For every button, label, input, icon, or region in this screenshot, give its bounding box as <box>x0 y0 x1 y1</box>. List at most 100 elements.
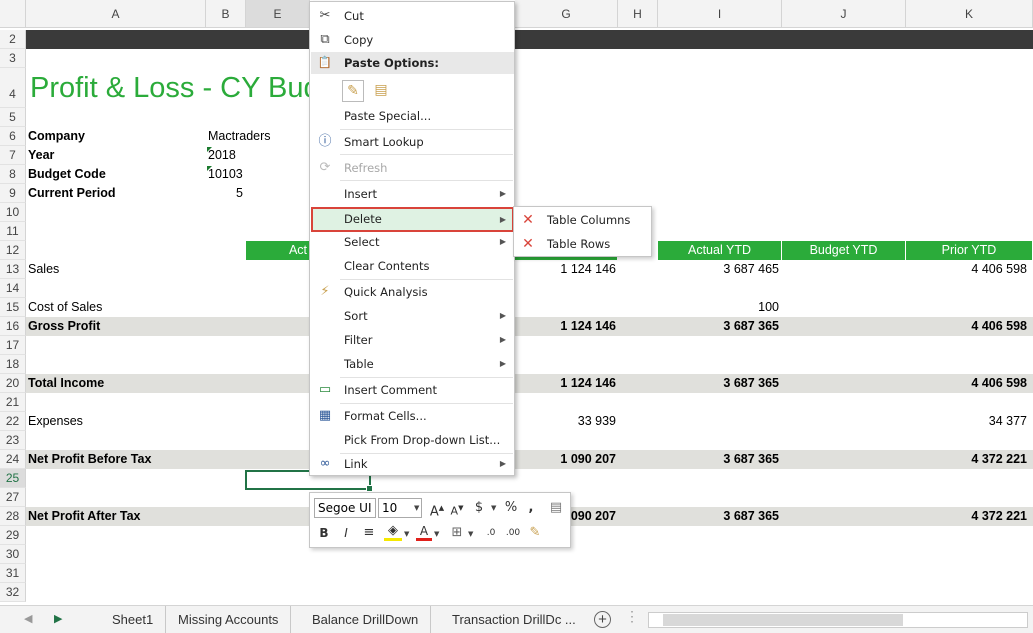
font-name-box[interactable]: Segoe UI <box>314 498 376 518</box>
currency-dropdown-icon[interactable]: ▼ <box>491 504 496 512</box>
menu-item-delete[interactable]: Delete ▶ <box>311 207 514 232</box>
row-header[interactable]: 18 <box>0 355 26 374</box>
menu-item-insert-comment[interactable]: ▭ Insert Comment <box>311 378 514 402</box>
row-header[interactable]: 17 <box>0 336 26 355</box>
increase-font-icon[interactable]: A▲ <box>428 498 446 519</box>
row-header[interactable]: 23 <box>0 431 26 450</box>
fill-color-dropdown-icon[interactable]: ▼ <box>404 530 409 538</box>
submenu-item-table-rows[interactable]: ✕ Table Rows <box>514 232 651 256</box>
menu-item-label: Delete <box>344 212 382 226</box>
row-header[interactable]: 16 <box>0 317 26 336</box>
submenu-item-table-columns[interactable]: ✕ Table Columns <box>514 208 651 232</box>
menu-item-table[interactable]: Table ▶ <box>311 352 514 376</box>
tab-split-handle-icon[interactable]: ⋮ <box>625 608 639 625</box>
decrease-font-icon[interactable]: A▼ <box>448 498 466 518</box>
font-color-dropdown-icon[interactable]: ▼ <box>434 530 439 538</box>
merge-center-icon[interactable]: ▤ <box>546 498 566 518</box>
tab-transaction-drilldown[interactable]: Transaction DrillDc ... <box>440 606 588 633</box>
currency-icon[interactable]: $ <box>470 498 488 518</box>
row-header[interactable]: 30 <box>0 545 26 564</box>
row-header[interactable]: 31 <box>0 564 26 583</box>
menu-item-smart-lookup[interactable]: ⓘ Smart Lookup <box>311 130 514 154</box>
row-header[interactable]: 24 <box>0 450 26 469</box>
align-center-icon[interactable]: ≡ <box>360 523 378 543</box>
menu-item-format-cells[interactable]: ▦ Format Cells... <box>311 404 514 428</box>
paste-icon[interactable]: ▤ <box>370 80 392 102</box>
menu-item-pick-from-list[interactable]: Pick From Drop-down List... <box>311 428 514 452</box>
column-header-g[interactable]: G <box>515 0 618 28</box>
add-sheet-icon[interactable]: + <box>594 611 611 628</box>
row-21: 21 <box>0 393 1033 412</box>
row-header[interactable]: 29 <box>0 526 26 545</box>
row-header[interactable]: 14 <box>0 279 26 298</box>
row-header[interactable]: 21 <box>0 393 26 412</box>
row-header[interactable]: 20 <box>0 374 26 393</box>
menu-item-quick-analysis[interactable]: ⚡ Quick Analysis <box>311 280 514 304</box>
menu-item-link[interactable]: ∞ Link ▶ <box>311 452 514 476</box>
row-13: 13 Sales 1 124 146 3 687 465 4 406 598 <box>0 260 1033 279</box>
column-header-h[interactable]: H <box>618 0 658 28</box>
italic-icon[interactable]: I <box>338 523 354 543</box>
row-header[interactable]: 22 <box>0 412 26 431</box>
row-header[interactable]: 9 <box>0 184 26 203</box>
increase-decimal-icon[interactable]: .0 <box>482 523 500 543</box>
row-header[interactable]: 15 <box>0 298 26 317</box>
menu-item-sort[interactable]: Sort ▶ <box>311 304 514 328</box>
column-header-j[interactable]: J <box>782 0 906 28</box>
fill-color-icon[interactable]: ◈ <box>384 523 402 541</box>
menu-item-paste-special[interactable]: Paste Special... <box>311 104 514 128</box>
select-all-corner[interactable] <box>0 0 26 28</box>
row-header[interactable]: 28 <box>0 507 26 526</box>
tab-missing-accounts[interactable]: Missing Accounts <box>166 606 292 633</box>
paste-formatting-icon[interactable]: ✎ <box>342 80 364 102</box>
next-sheet-icon[interactable]: ▶ <box>54 606 62 633</box>
menu-item-label: Filter <box>344 333 373 347</box>
row-header[interactable]: 2 <box>0 30 26 49</box>
delete-row-icon: ✕ <box>522 236 534 252</box>
column-header-k[interactable]: K <box>906 0 1033 28</box>
column-header-a[interactable]: A <box>26 0 206 28</box>
tab-balance-drilldown[interactable]: Balance DrillDown <box>300 606 432 633</box>
percent-icon[interactable]: % <box>502 498 520 518</box>
bold-icon[interactable]: B <box>316 523 332 543</box>
menu-item-select[interactable]: Select ▶ <box>311 230 514 254</box>
font-color-icon[interactable]: A <box>416 523 432 541</box>
menu-item-copy[interactable]: ⧉ Copy <box>311 28 514 52</box>
comma-style-icon[interactable]: , <box>524 498 538 518</box>
menu-item-insert[interactable]: Insert ▶ <box>311 182 514 206</box>
row-header[interactable]: 8 <box>0 165 26 184</box>
expenses-label: Expenses <box>28 414 83 428</box>
horizontal-scrollbar[interactable] <box>648 612 1028 628</box>
column-header-e[interactable]: E <box>246 0 310 28</box>
font-size-dropdown-icon[interactable]: ▼ <box>414 504 419 512</box>
menu-item-cut[interactable]: ✂ Cut <box>311 4 514 28</box>
sheet-tab-bar: ◀ ▶ Sheet1 Missing Accounts Balance Dril… <box>0 605 1033 633</box>
column-header-i[interactable]: I <box>658 0 782 28</box>
row-header[interactable]: 13 <box>0 260 26 279</box>
borders-icon[interactable]: ⊞ <box>448 523 466 543</box>
cost-of-sales-actual-ytd: 100 <box>758 300 779 314</box>
row-header[interactable]: 5 <box>0 108 26 127</box>
row-header[interactable]: 10 <box>0 203 26 222</box>
borders-dropdown-icon[interactable]: ▼ <box>468 530 473 538</box>
decrease-decimal-icon[interactable]: .00 <box>504 523 522 543</box>
menu-item-refresh[interactable]: ⟳ Refresh <box>311 156 514 180</box>
row-header[interactable]: 6 <box>0 127 26 146</box>
prev-sheet-icon[interactable]: ◀ <box>24 606 32 633</box>
format-painter-icon[interactable]: ✎ <box>526 523 544 543</box>
row-header[interactable]: 25 <box>0 469 26 488</box>
smart-lookup-icon: ⓘ <box>318 134 332 149</box>
row-header[interactable]: 4 <box>0 68 26 108</box>
menu-item-filter[interactable]: Filter ▶ <box>311 328 514 352</box>
tab-sheet1[interactable]: Sheet1 <box>100 606 167 633</box>
column-header-b[interactable]: B <box>206 0 246 28</box>
row-header[interactable]: 27 <box>0 488 26 507</box>
row-5: 5 <box>0 108 1033 127</box>
row-header[interactable]: 3 <box>0 49 26 68</box>
scrollbar-thumb[interactable] <box>663 614 903 626</box>
row-header[interactable]: 11 <box>0 222 26 241</box>
row-header[interactable]: 32 <box>0 583 26 602</box>
row-header[interactable]: 12 <box>0 241 26 260</box>
menu-item-clear-contents[interactable]: Clear Contents <box>311 254 514 278</box>
row-header[interactable]: 7 <box>0 146 26 165</box>
